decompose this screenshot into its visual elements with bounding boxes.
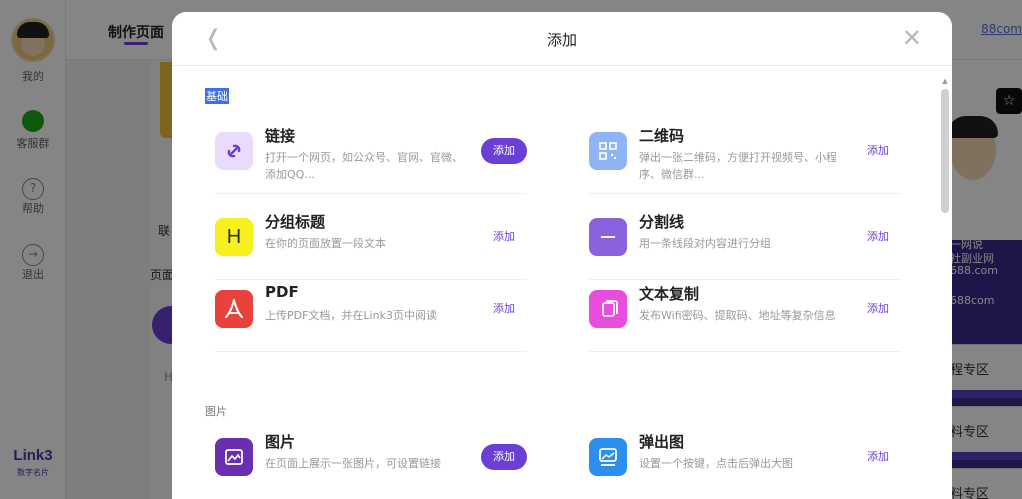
pdf-icon xyxy=(215,290,253,328)
scrollbar-thumb[interactable] xyxy=(941,89,949,213)
dialog-body[interactable]: 基础 链接 打开一个网页，如公众号、官网、官微、添加QQ... 添加 二维码 弹… xyxy=(172,67,952,499)
block-item-image[interactable]: 图片 在页面上展示一张图片，可设置链接 添加 xyxy=(215,430,527,499)
block-description: 弹出一张二维码，方便打开视频号、小程序、微信群... xyxy=(639,151,837,181)
block-title: 分割线 xyxy=(639,213,685,231)
dialog-title: 添加 xyxy=(546,31,577,49)
block-item-qrcode[interactable]: 二维码 弹出一张二维码，方便打开视频号、小程序、微信群... 添加 xyxy=(589,124,901,194)
block-description: 用一条线段对内容进行分组 xyxy=(639,237,771,250)
popup-image-icon xyxy=(589,438,627,476)
scroll-up-arrow-icon[interactable]: ▲ xyxy=(940,77,950,87)
close-button[interactable]: ✕ xyxy=(902,24,922,52)
block-title: PDF xyxy=(265,283,299,301)
add-button[interactable]: 添加 xyxy=(855,138,901,164)
section-label-image: 图片 xyxy=(205,405,227,418)
block-title: 图片 xyxy=(265,433,296,451)
block-description: 发布Wifi密码、提取码、地址等复杂信息 xyxy=(639,309,836,322)
block-title: 二维码 xyxy=(639,127,685,145)
add-button[interactable]: 添加 xyxy=(481,138,527,164)
block-item-popup-image[interactable]: 弹出图 设置一个按键，点击后弹出大图 添加 xyxy=(589,430,901,499)
block-description: 在你的页面放置一段文本 xyxy=(265,237,386,250)
link-icon xyxy=(215,132,253,170)
add-button[interactable]: 添加 xyxy=(855,444,901,470)
add-button[interactable]: 添加 xyxy=(481,224,527,250)
block-item-heading[interactable]: H 分组标题 在你的页面放置一段文本 添加 xyxy=(215,210,527,280)
block-item-pdf[interactable]: PDF 上传PDF文档，并在Link3页中阅读 添加 xyxy=(215,282,527,352)
block-description: 打开一个网页，如公众号、官网、官微、添加QQ... xyxy=(265,151,463,181)
block-item-link[interactable]: 链接 打开一个网页，如公众号、官网、官微、添加QQ... 添加 xyxy=(215,124,527,194)
section-label-basic: 基础 xyxy=(205,88,229,104)
add-button[interactable]: 添加 xyxy=(855,296,901,322)
heading-icon: H xyxy=(215,218,253,256)
block-description: 上传PDF文档，并在Link3页中阅读 xyxy=(265,309,437,322)
block-description: 在页面上展示一张图片，可设置链接 xyxy=(265,457,441,470)
block-item-divider[interactable]: 分割线 用一条线段对内容进行分组 添加 xyxy=(589,210,901,280)
add-button[interactable]: 添加 xyxy=(855,224,901,250)
add-button[interactable]: 添加 xyxy=(481,296,527,322)
block-title: 弹出图 xyxy=(639,433,685,451)
qrcode-icon xyxy=(589,132,627,170)
copy-icon xyxy=(589,290,627,328)
divider-icon xyxy=(589,218,627,256)
block-title: 链接 xyxy=(265,127,296,145)
add-block-dialog: ❬ 添加 ✕ 基础 链接 打开一个网页，如公众号、官网、官微、添加QQ... 添… xyxy=(172,12,952,499)
block-title: 文本复制 xyxy=(639,285,700,303)
dialog-scrollbar[interactable]: ▲ xyxy=(940,77,950,499)
image-icon xyxy=(215,438,253,476)
block-title: 分组标题 xyxy=(265,213,326,231)
add-button[interactable]: 添加 xyxy=(481,444,527,470)
dialog-header: ❬ 添加 ✕ xyxy=(172,12,952,66)
block-item-text-copy[interactable]: 文本复制 发布Wifi密码、提取码、地址等复杂信息 添加 xyxy=(589,282,901,352)
block-description: 设置一个按键，点击后弹出大图 xyxy=(639,457,793,470)
